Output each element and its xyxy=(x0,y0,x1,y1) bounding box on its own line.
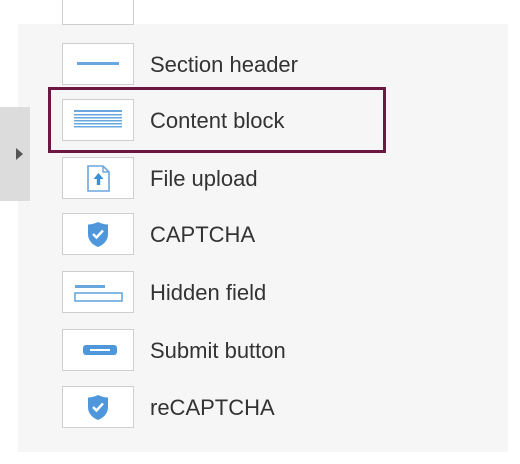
section-header-icon xyxy=(62,43,134,85)
file-upload-icon xyxy=(62,157,134,199)
palette-item-file-upload[interactable]: File upload xyxy=(62,157,372,199)
palette-item-hidden-field[interactable]: Hidden field xyxy=(62,271,372,313)
chevron-right-icon xyxy=(16,148,23,160)
palette-item-section-header[interactable]: Section header xyxy=(62,43,372,85)
shield-check-icon xyxy=(62,386,134,428)
form-element-palette: Section header Content block File upload xyxy=(0,0,520,464)
palette-item-label: reCAPTCHA xyxy=(150,395,275,420)
shield-check-icon xyxy=(62,213,134,255)
palette-item-label: File upload xyxy=(150,166,258,191)
palette-item-label: Section header xyxy=(150,52,298,77)
palette-item-label: Hidden field xyxy=(150,280,267,305)
palette-item-label: CAPTCHA xyxy=(150,222,256,247)
submit-button-icon xyxy=(62,329,134,371)
selected-item-outline xyxy=(48,87,386,153)
palette-item-label: Submit button xyxy=(150,338,286,363)
palette-item-submit-button[interactable]: Submit button xyxy=(62,329,372,371)
hidden-field-icon xyxy=(62,271,134,313)
panel-collapse-toggle[interactable] xyxy=(0,107,30,201)
palette-item-recaptcha[interactable]: reCAPTCHA xyxy=(62,386,372,428)
partial-item-icon[interactable] xyxy=(62,0,134,25)
palette-item-captcha[interactable]: CAPTCHA xyxy=(62,213,372,255)
